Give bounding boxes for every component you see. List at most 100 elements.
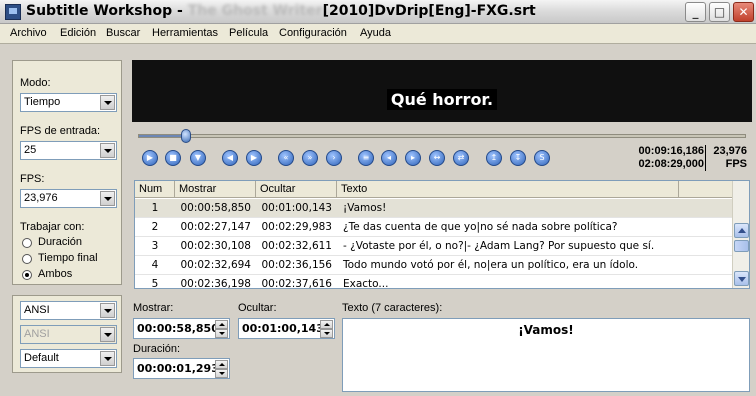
radio-tiempo-final[interactable] — [22, 254, 32, 264]
set-icon[interactable]: ≡ — [358, 150, 374, 166]
cell-show: 00:02:36,198 — [180, 278, 251, 289]
encoding-value-2: ANSI — [24, 328, 50, 340]
cell-text: ¡Vamos! — [343, 202, 387, 214]
table-row[interactable]: 1 00:00:58,850 00:01:00,143 ¡Vamos! — [135, 199, 733, 218]
maximize-button[interactable]: □ — [709, 2, 730, 22]
video-preview[interactable]: Qué horror. — [132, 60, 752, 122]
radio-ambos[interactable] — [22, 270, 32, 280]
menu-archivo[interactable]: Archivo — [10, 27, 47, 39]
scroll-up-icon[interactable] — [734, 223, 749, 238]
fast-forward-icon[interactable]: » — [302, 150, 318, 166]
cell-num: 2 — [151, 221, 159, 233]
scroll-down-icon[interactable] — [734, 271, 749, 286]
table-scrollbar[interactable] — [732, 181, 749, 288]
header-num[interactable]: Num — [135, 181, 175, 198]
fps-input-value: 25 — [24, 144, 37, 156]
seek-bar[interactable] — [138, 134, 746, 138]
time-display: 00:09:16,186 02:08:29,000 — [626, 145, 704, 171]
header-texto[interactable]: Texto — [337, 181, 679, 198]
encoding-value-1: ANSI — [24, 304, 50, 316]
forward-icon[interactable]: ▶ — [246, 150, 262, 166]
chevron-down-icon[interactable] — [100, 95, 115, 110]
menu-configuracion[interactable]: Configuración — [279, 27, 347, 39]
mark-in-icon[interactable]: ↥ — [486, 150, 502, 166]
fps-input-select[interactable]: 25 — [20, 141, 117, 160]
menu-pelicula[interactable]: Película — [229, 27, 268, 39]
radio-duracion[interactable] — [22, 238, 32, 248]
spin-down-icon[interactable] — [215, 369, 228, 378]
header-ocultar[interactable]: Ocultar — [256, 181, 337, 198]
mark-out-icon[interactable]: ↧ — [510, 150, 526, 166]
back-icon[interactable]: ◀ — [222, 150, 238, 166]
end-icon[interactable]: ▸ — [405, 150, 421, 166]
show-time-input[interactable]: 00:00:58,850 — [133, 318, 230, 339]
fps-select[interactable]: 23,976 — [20, 189, 117, 208]
cell-text: Todo mundo votó por él, no|era un políti… — [343, 259, 639, 271]
table-row[interactable]: 5 00:02:36,198 00:02:37,616 Exacto... — [135, 275, 733, 289]
hide-time-input[interactable]: 00:01:00,143 — [238, 318, 335, 339]
cell-show: 00:02:32,694 — [180, 259, 251, 271]
cell-text: - ¿Votaste por él, o no?|- ¿Adam Lang? P… — [343, 240, 655, 252]
show-label: Mostrar: — [133, 302, 174, 314]
cell-hide: 00:02:36,156 — [261, 259, 332, 271]
spin-down-icon[interactable] — [320, 329, 333, 338]
cell-hide: 00:02:29,983 — [261, 221, 332, 233]
sync-icon[interactable]: ⇄ — [453, 150, 469, 166]
spin-down-icon[interactable] — [215, 329, 228, 338]
stop-icon[interactable]: ■ — [165, 150, 181, 166]
window-title: Subtitle Workshop - The Ghost Writer[201… — [26, 3, 536, 19]
rewind-icon[interactable]: « — [278, 150, 294, 166]
chevron-down-icon — [100, 327, 115, 342]
minimize-button[interactable]: _ — [685, 2, 706, 22]
format-select[interactable]: Default — [20, 349, 117, 368]
hide-label: Ocultar: — [238, 302, 277, 314]
total-time: 02:08:29,000 — [638, 158, 704, 170]
spin-up-icon[interactable] — [215, 320, 228, 329]
subtitle-table[interactable]: Num Mostrar Ocultar Texto 1 00:00:58,850… — [134, 180, 750, 289]
cell-show: 00:00:58,850 — [180, 202, 251, 214]
scroll-thumb[interactable] — [734, 240, 749, 252]
subtitle-text-editor[interactable]: ¡Vamos! — [342, 318, 750, 392]
chevron-down-icon[interactable] — [100, 143, 115, 158]
menu-herramientas[interactable]: Herramientas — [152, 27, 218, 39]
header-mostrar[interactable]: Mostrar — [175, 181, 256, 198]
table-row[interactable]: 2 00:02:27,147 00:02:29,983 ¿Te das cuen… — [135, 218, 733, 237]
fps-display-unit: FPS — [725, 158, 747, 170]
duration-input[interactable]: 00:00:01,293 — [133, 358, 230, 379]
duration-label: Duración: — [133, 343, 181, 355]
mode-select[interactable]: Tiempo — [20, 93, 117, 112]
subtitle-overlay: Qué horror. — [132, 89, 752, 110]
menu-edicion[interactable]: Edición — [60, 27, 96, 39]
table-row[interactable]: 4 00:02:32,694 00:02:36,156 Todo mundo v… — [135, 256, 733, 275]
seek-thumb[interactable] — [181, 129, 191, 143]
title-bar: Subtitle Workshop - The Ghost Writer[201… — [0, 0, 756, 24]
down-icon[interactable]: ▼ — [190, 150, 206, 166]
duration-value: 00:00:01,293 — [137, 362, 219, 375]
fps-label: FPS: — [20, 173, 45, 185]
encoding-panel: ANSI ANSI Default — [12, 295, 122, 373]
cell-num: 1 — [151, 202, 159, 214]
mode-label: Modo: — [20, 77, 51, 89]
menu-buscar[interactable]: Buscar — [106, 27, 140, 39]
table-row[interactable]: 3 00:02:30,108 00:02:32,611 - ¿Votaste p… — [135, 237, 733, 256]
spin-up-icon[interactable] — [215, 360, 228, 369]
mode-value: Tiempo — [24, 96, 61, 108]
hide-time-value: 00:01:00,143 — [242, 322, 324, 335]
table-header: Num Mostrar Ocultar Texto — [135, 181, 733, 198]
start-icon[interactable]: ◂ — [381, 150, 397, 166]
close-button[interactable]: ✕ — [733, 2, 754, 22]
subtitle-icon[interactable]: S — [534, 150, 550, 166]
menu-ayuda[interactable]: Ayuda — [360, 27, 391, 39]
cell-num: 4 — [151, 259, 159, 271]
settings-panel: Modo: Tiempo FPS de entrada: 25 FPS: 23,… — [12, 60, 122, 285]
next-frame-icon[interactable]: › — [326, 150, 342, 166]
chevron-down-icon[interactable] — [100, 351, 115, 366]
spin-up-icon[interactable] — [320, 320, 333, 329]
chevron-down-icon[interactable] — [100, 303, 115, 318]
shift-icon[interactable]: ↔ — [429, 150, 445, 166]
encoding-select-1[interactable]: ANSI — [20, 301, 117, 320]
cell-show: 00:02:27,147 — [180, 221, 251, 233]
chevron-down-icon[interactable] — [100, 191, 115, 206]
play-icon[interactable]: ▶ — [142, 150, 158, 166]
cell-num: 5 — [151, 278, 159, 289]
